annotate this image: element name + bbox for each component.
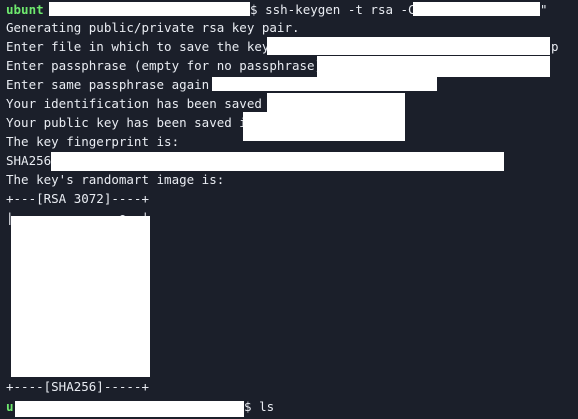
prompt-suffix: $ xyxy=(250,2,266,17)
output-pub-saved: Your public key has been saved in xyxy=(6,115,255,130)
command-text-2: ls xyxy=(259,399,275,414)
redacted-passphrase-again xyxy=(212,77,437,91)
command-line-1: $ ssh-keygen -t rsa -C " xyxy=(250,0,431,19)
redacted-id-path xyxy=(267,93,405,113)
redacted-pub-path xyxy=(243,112,405,141)
redacted-prompt-host xyxy=(15,401,244,417)
output-enter-file-tail: p xyxy=(551,39,559,54)
randomart-top: +---[RSA 3072]----+ xyxy=(6,191,149,206)
redacted-email xyxy=(413,2,540,16)
prompt-suffix-2: $ xyxy=(244,399,260,414)
prompt-user: ubunt xyxy=(6,2,44,17)
randomart-bottom: +----[SHA256]-----+ xyxy=(6,379,149,394)
redacted-default-path xyxy=(267,37,550,55)
redacted-randomart xyxy=(11,216,150,377)
command-line-2: $ ls xyxy=(244,397,274,416)
prompt-line-2: u xyxy=(6,397,14,416)
prompt-line-1: ubunt xyxy=(6,0,44,19)
output-enter-passphrase: Enter passphrase (empty for no passphras… xyxy=(6,58,330,73)
command-quote-close: " xyxy=(540,2,548,17)
terminal-window[interactable]: ubunt $ ssh-keygen -t rsa -C " " Generat… xyxy=(0,0,578,419)
output-id-saved: Your identification has been saved in xyxy=(6,96,285,111)
redacted-fingerprint xyxy=(51,152,504,171)
output-enter-file: Enter file in which to save the key ( xyxy=(6,39,285,54)
prompt-user-2: u xyxy=(6,399,14,414)
redacted-passphrase-area xyxy=(317,56,550,77)
output-enter-same: Enter same passphrase again: xyxy=(6,77,217,92)
output-randomart-is: The key's randomart image is: xyxy=(6,172,225,187)
output-generating: Generating public/private rsa key pair. xyxy=(6,20,300,35)
output-fingerprint-is: The key fingerprint is: xyxy=(6,134,180,149)
redacted-hostname xyxy=(49,2,250,16)
command-text: ssh-keygen -t rsa -C " xyxy=(265,2,431,17)
